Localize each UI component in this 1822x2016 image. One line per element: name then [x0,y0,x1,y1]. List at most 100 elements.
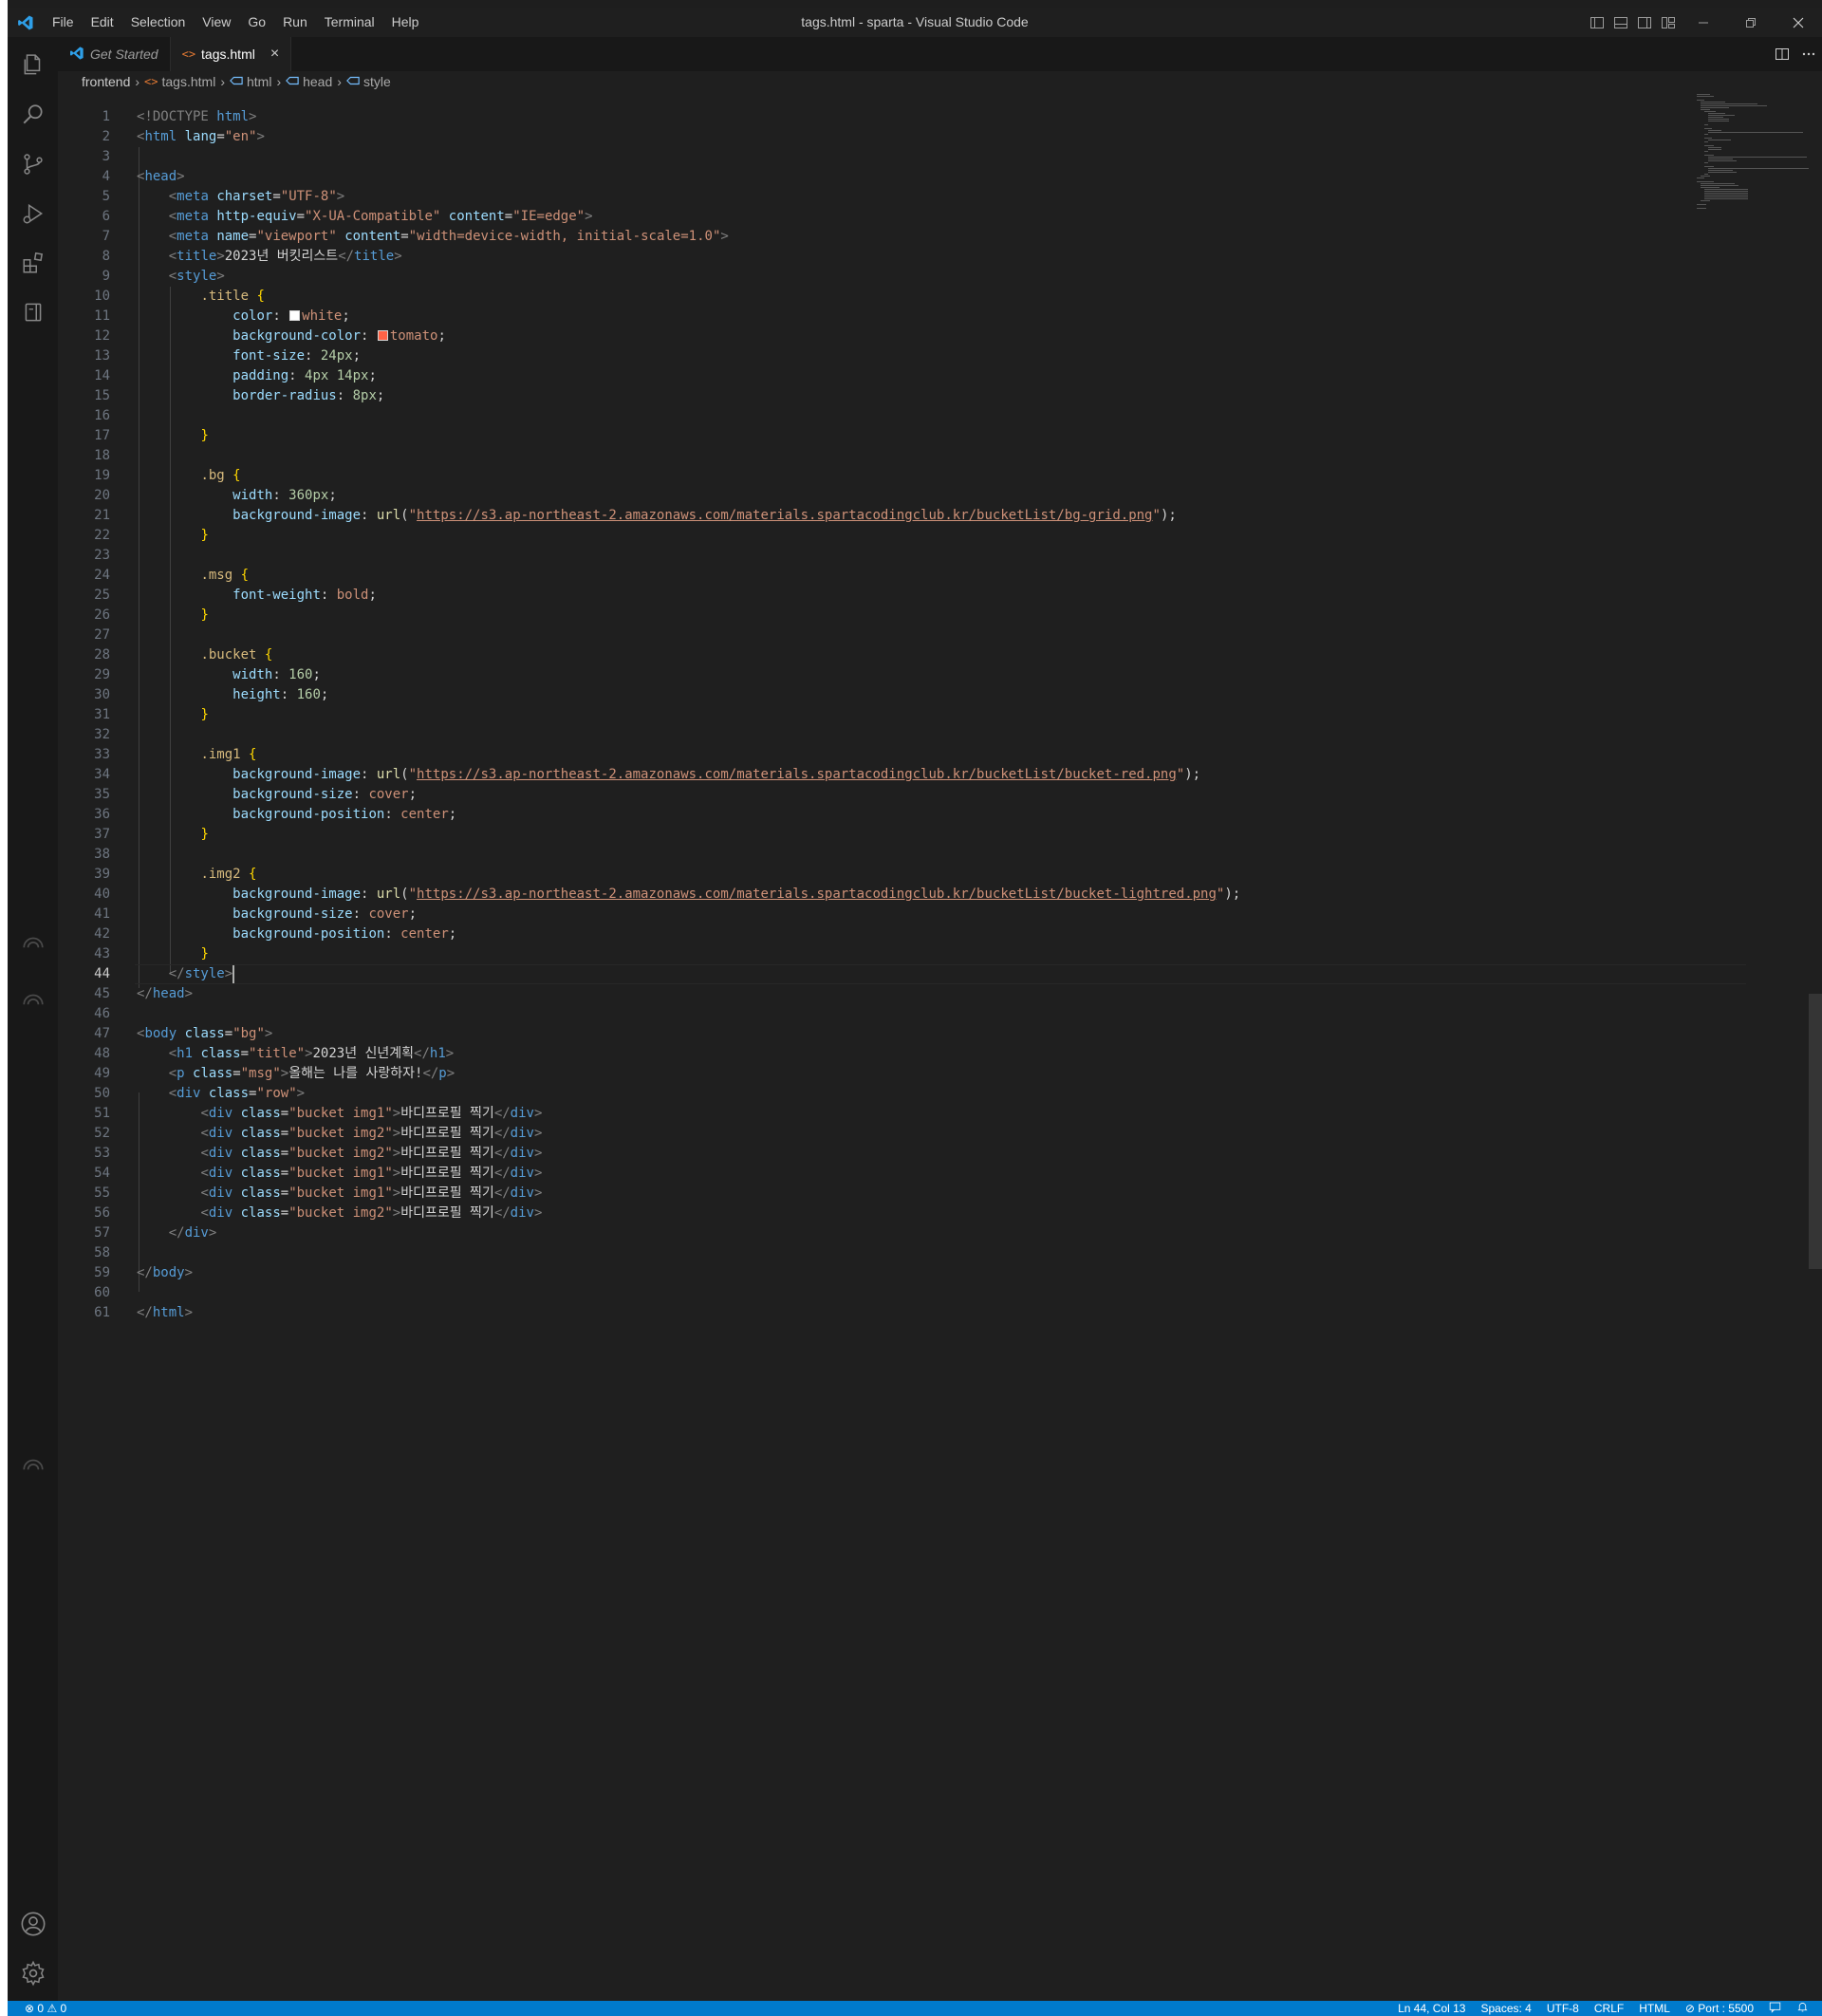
line-number: 9 [102,269,110,284]
minimize-icon[interactable] [1680,8,1727,37]
line-number: 56 [94,1205,110,1221]
restore-icon[interactable] [1727,8,1775,37]
feedback-icon[interactable] [1761,2001,1789,2016]
line-number: 6 [102,209,110,224]
symbol-element-icon [286,74,299,90]
line-number: 31 [94,707,110,722]
menu-selection[interactable]: Selection [122,8,195,37]
code-token: 2023년 버킷리스트 [224,249,339,264]
color-swatch-tomato[interactable] [377,330,388,341]
settings-gear-icon[interactable] [8,1951,58,1996]
line-number: 59 [94,1265,110,1280]
customize-layout-icon[interactable] [1656,8,1680,37]
close-tab-icon[interactable]: × [270,46,279,63]
close-window-icon[interactable] [1775,8,1822,37]
menu-edit[interactable]: Edit [83,8,122,37]
line-number: 51 [94,1106,110,1121]
line-number: 36 [94,807,110,822]
scrollbar-thumb[interactable] [1809,994,1822,1269]
remote-explorer-icon[interactable] [8,289,58,335]
code-token: cover [368,787,409,802]
encoding[interactable]: UTF-8 [1539,2001,1587,2016]
toggle-panel-icon[interactable] [1608,8,1632,37]
code-editor[interactable]: 1 2 3 4 5 6 7 8 9 10 11 12 13 14 15 16 17 18 19 20 21 22 23 24 2… [58,92,1822,2001]
line-number: 17 [94,428,110,443]
breadcrumb-symbol-html[interactable]: html › [230,74,286,90]
menu-file[interactable]: File [44,8,83,37]
cursor-position[interactable]: Ln 44, Col 13 [1390,2001,1473,2016]
code-token: "title" [249,1046,306,1061]
breadcrumb-file-label: tags.html [161,74,216,89]
menu-terminal[interactable]: Terminal [316,8,383,37]
run-debug-icon[interactable] [8,191,58,236]
live-server-port[interactable]: ⊘ Port : 5500 [1678,2001,1761,2016]
breadcrumb-symbol-head[interactable]: head › [286,74,346,90]
split-editor-icon[interactable] [1769,47,1795,62]
menu-help[interactable]: Help [383,8,428,37]
tab-tags-html[interactable]: <> tags.html × [170,37,292,71]
line-number: 1 [102,109,110,124]
tab-label: Get Started [90,47,158,62]
toggle-secondary-sidebar-icon[interactable] [1632,8,1656,37]
current-line: </style> [135,964,1746,984]
code-content[interactable]: <!DOCTYPE html> <html lang="en"> <head> … [135,107,1746,1323]
code-link[interactable]: https://s3.ap-northeast-2.amazonaws.com/… [417,767,1177,782]
line-number: 53 [94,1146,110,1161]
menu-view[interactable]: View [194,8,239,37]
line-number: 60 [94,1285,110,1300]
toggle-primary-sidebar-icon[interactable] [1585,8,1608,37]
line-number: 40 [94,887,110,902]
code-token: tomato [389,328,438,344]
code-token: "bucket img2" [288,1205,393,1221]
code-token: "msg" [240,1066,281,1081]
line-number: 49 [94,1066,110,1081]
warning-count: 0 [60,2002,67,2015]
menu-go[interactable]: Go [239,8,274,37]
breadcrumb-symbol-style[interactable]: style [346,74,391,90]
warning-icon: ⚠ [46,2002,58,2015]
chevron-right-icon: › [337,74,342,89]
color-swatch-white[interactable] [289,310,301,321]
tab-get-started[interactable]: Get Started [58,37,171,71]
problems-indicator[interactable]: ⊗ 0 ⚠ 0 [17,2001,74,2016]
text-cursor [232,964,235,983]
line-number: 25 [94,588,110,603]
code-link[interactable]: https://s3.ap-northeast-2.amazonaws.com/… [417,887,1217,902]
code-token: "bucket img2" [288,1126,393,1141]
live-share-icon[interactable] [8,922,58,967]
code-token: .msg [200,568,233,583]
line-number: 33 [94,747,110,762]
line-number: 29 [94,667,110,682]
breadcrumb-folder-label: frontend [82,74,131,89]
indentation[interactable]: Spaces: 4 [1473,2001,1538,2016]
extensions-icon[interactable] [8,240,58,286]
code-token: .img2 [200,867,241,882]
language-mode[interactable]: HTML [1631,2001,1678,2016]
line-number: 13 [94,348,110,364]
code-link[interactable]: https://s3.ap-northeast-2.amazonaws.com/… [417,508,1152,523]
end-of-line[interactable]: CRLF [1587,2001,1631,2016]
code-token: 360px [288,488,329,503]
line-number: 21 [94,508,110,523]
more-actions-icon[interactable] [1795,47,1822,62]
breadcrumb-folder[interactable]: frontend › [82,74,144,89]
breadcrumb-file[interactable]: <> tags.html › [144,74,230,89]
chevron-right-icon: › [135,74,140,89]
minimap[interactable] [1695,92,1809,225]
search-icon[interactable] [8,92,58,138]
vertical-scrollbar[interactable] [1809,92,1822,2001]
line-number: 30 [94,687,110,702]
account-icon[interactable] [8,1901,58,1947]
broadcast-icon[interactable] [8,979,58,1024]
notifications-bell-icon[interactable] [1789,2001,1816,2016]
line-number: 37 [94,827,110,842]
code-token: center [400,926,449,942]
breadcrumb: frontend › <> tags.html › html › head › [58,71,1822,92]
title-bar: File Edit Selection View Go Run Terminal… [8,8,1822,37]
menu-run[interactable]: Run [274,8,316,37]
code-token: 4px 14px [305,368,369,383]
explorer-icon[interactable] [8,43,58,88]
source-control-icon[interactable] [8,141,58,187]
signal-icon[interactable] [8,1444,58,1489]
line-number: 20 [94,488,110,503]
